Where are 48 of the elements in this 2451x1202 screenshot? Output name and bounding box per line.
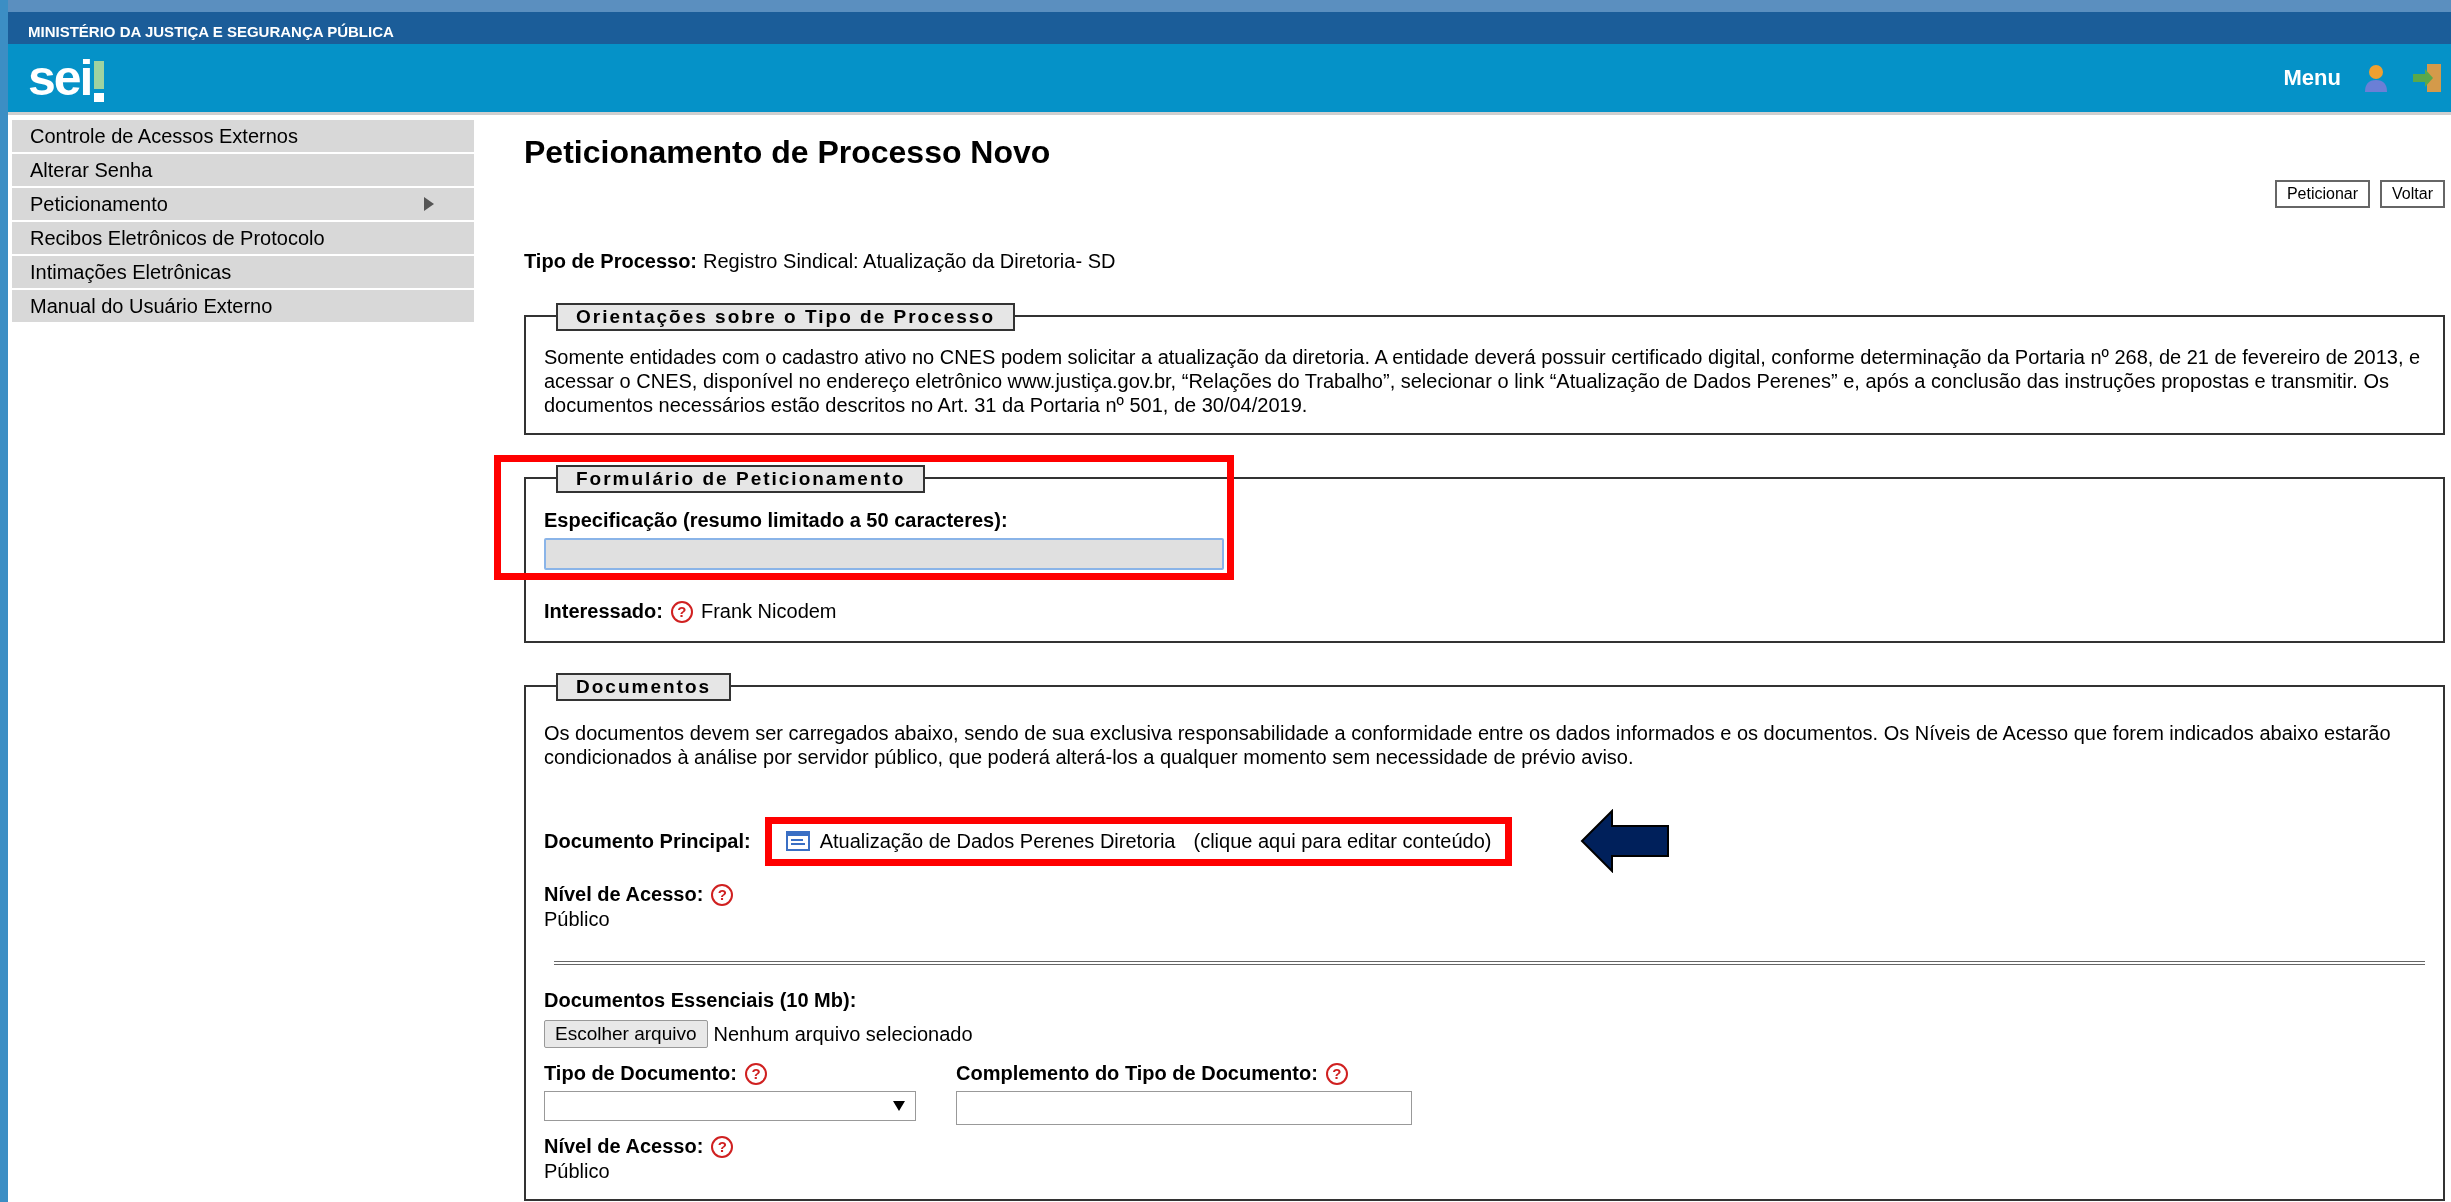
- logo: sei: [28, 53, 106, 103]
- specification-field[interactable]: [544, 538, 1224, 570]
- field-label: Tipo de Processo:: [524, 250, 697, 273]
- field-label: Especificação (resumo limitado a 50 caracteres):: [544, 509, 1009, 532]
- fieldset-legend: Orientações sobre o Tipo de Processo: [556, 303, 1016, 331]
- field-label: Interessado:: [544, 600, 663, 623]
- file-status: Nenhum arquivo selecionado: [713, 1022, 973, 1046]
- instructions-text: Somente entidades com o cadastro ativo no CNES podem solicitar a atualização da diretoria. A entidade deverá possuir certificado digital, conforme determinação da Portaria nº 268, de 21 de fevereiro de 2013, e acessar o CNES, disponível no endereço eletrônico www.justiça.gov.br, “Relações do Trabalho”, selecionar o link “Atualização de Dados Perenes” e, após a conclusão das instruções propostas e transmitir. Os documentos necessários estão descritos no Art. 31 da Portaria nº 501, de 30/04/2019.: [544, 345, 2422, 417]
- field-label: Nível de Acesso:: [544, 1135, 704, 1158]
- field-label: Tipo de Documento:: [544, 1062, 737, 1085]
- field-label: Documentos Essenciais (10 Mb):: [544, 989, 858, 1012]
- field-value: Público: [544, 908, 611, 931]
- sidebar-item[interactable]: Manual do Usuário Externo: [12, 290, 474, 322]
- choose-file-button[interactable]: Escolher arquivo: [544, 1020, 708, 1048]
- fieldset-legend: Formulário de Peticionamento: [556, 465, 926, 493]
- help-icon[interactable]: ?: [670, 600, 693, 623]
- complement-field[interactable]: [956, 1091, 1412, 1125]
- menu-link[interactable]: Menu: [2283, 65, 2341, 91]
- document-link[interactable]: Atualização de Dados Perenes Diretoria: [819, 829, 1176, 853]
- logo-mark-icon: [91, 59, 106, 103]
- field-value: Registro Sindical: Atualização da Diretoria- SD: [703, 250, 1116, 273]
- help-icon[interactable]: ?: [711, 1135, 734, 1158]
- sidebar-item[interactable]: Intimações Eletrônicas: [12, 256, 474, 288]
- ministry-name: MINISTÉRIO DA JUSTIÇA E SEGURANÇA PÚBLICA: [28, 23, 394, 40]
- action-button[interactable]: Voltar: [2380, 180, 2445, 208]
- document-icon: [785, 831, 810, 851]
- document-type-dropdown[interactable]: [544, 1091, 916, 1121]
- help-icon[interactable]: ?: [711, 883, 734, 906]
- fieldset-legend: Documentos: [556, 673, 732, 701]
- help-icon[interactable]: ?: [744, 1062, 767, 1085]
- page-title: Peticionamento de Processo Novo: [524, 134, 1052, 172]
- field-value: Público: [544, 1160, 611, 1183]
- sidebar-item[interactable]: Controle de Acessos Externos: [12, 120, 474, 152]
- sidebar-item[interactable]: Peticionamento: [12, 188, 474, 220]
- action-button[interactable]: Peticionar: [2274, 180, 2371, 208]
- dropdown-arrow-icon: [893, 1101, 905, 1111]
- field-value: Frank Nicodem: [700, 600, 837, 623]
- exit-door-icon[interactable]: [2411, 63, 2443, 93]
- field-label: Documento Principal:: [544, 829, 751, 853]
- instructions-text: Os documentos devem ser carregados abaixo, sendo de sua exclusiva responsabilidade a conformidade entre os dados informados e os documentos. Os Níveis de Acesso que forem indicados abaixo estarão condicionados à análise por servidor público, que poderá alterá-los a qualquer momento sem necessidade de prévio aviso.: [544, 721, 2392, 769]
- field-label: Nível de Acesso:: [544, 883, 704, 906]
- field-label: Complemento do Tipo de Documento:: [956, 1062, 1318, 1085]
- submenu-arrow-icon: [424, 197, 434, 211]
- sidebar-item[interactable]: Recibos Eletrônicos de Protocolo: [12, 222, 474, 254]
- sidebar-item[interactable]: Alterar Senha: [12, 154, 474, 186]
- user-icon[interactable]: [2363, 64, 2389, 92]
- help-icon[interactable]: ?: [1325, 1062, 1348, 1085]
- edit-hint: (clique aqui para editar conteúdo): [1193, 829, 1492, 853]
